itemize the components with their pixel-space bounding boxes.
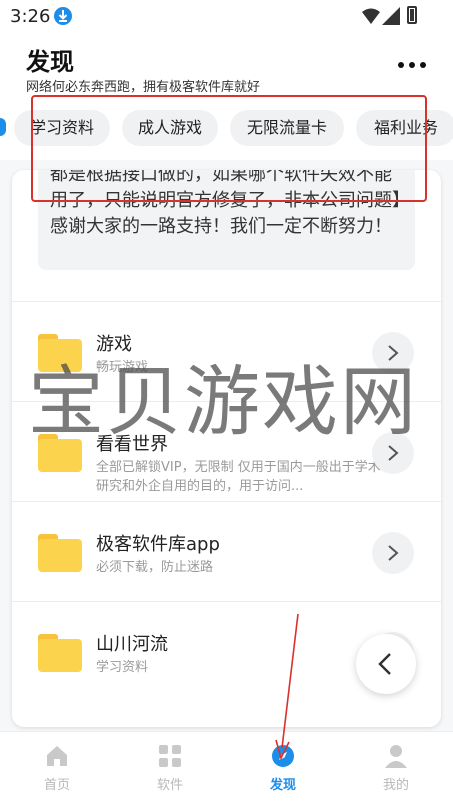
- folder-icon: [38, 334, 82, 372]
- more-menu-icon[interactable]: [398, 54, 428, 74]
- chevron-right-icon[interactable]: [372, 332, 414, 374]
- user-icon: [385, 745, 407, 768]
- nav-home[interactable]: 首页: [27, 744, 87, 793]
- chevron-right-icon[interactable]: [372, 532, 414, 574]
- list-item-desc: 畅玩游戏: [96, 360, 149, 375]
- list-item-see-world[interactable]: 看看世界 全部已解锁VIP，无限制 仅用于国内一般出于学术研究和外企自用的目的，…: [12, 401, 441, 501]
- folder-icon: [38, 634, 82, 672]
- list-item-title: 山川河流: [96, 634, 168, 655]
- floating-back-button[interactable]: [356, 634, 416, 694]
- nav-discover[interactable]: 发现: [253, 744, 313, 793]
- chip-adult-games[interactable]: 成人游戏: [122, 110, 218, 146]
- category-chips: 学习资料 成人游戏 无限流量卡 福利业务: [0, 100, 453, 160]
- nav-label: 我的: [382, 778, 409, 793]
- notice-box: 都是根据接口做的，如果哪个软件失效不能用了，只能说明官方修复了，非本公司问题】感…: [38, 170, 415, 270]
- folder-icon: [38, 434, 82, 472]
- wifi-icon: [362, 8, 380, 24]
- page-subtitle: 网络何必东奔西跑，拥有极客软件库就好: [26, 80, 261, 95]
- list-item-desc: 学习资料: [96, 660, 149, 675]
- chip-unlimited-data-card[interactable]: 无限流量卡: [230, 110, 344, 146]
- chevron-right-icon[interactable]: [372, 432, 414, 474]
- list-item-games[interactable]: 游戏 畅玩游戏: [12, 301, 441, 401]
- nav-software[interactable]: 软件: [140, 744, 200, 793]
- download-icon: [54, 7, 72, 25]
- page-title: 发现: [26, 48, 74, 76]
- compass-icon: [272, 745, 294, 767]
- bottom-navigation: 首页 软件 发现 我的: [0, 731, 453, 805]
- chip-welfare-business[interactable]: 福利业务: [356, 110, 453, 146]
- home-icon: [47, 746, 67, 766]
- notice-text: 都是根据接口做的，如果哪个软件失效不能用了，只能说明官方修复了，非本公司问题】感…: [50, 170, 401, 237]
- nav-label: 软件: [156, 778, 183, 793]
- status-bar: 3:26: [0, 0, 453, 34]
- list-item-title: 游戏: [96, 334, 132, 355]
- chip-study-materials[interactable]: 学习资料: [14, 110, 110, 146]
- signal-icon: [382, 7, 400, 25]
- page-header: 发现 网络何必东奔西跑，拥有极客软件库就好: [0, 34, 453, 100]
- chip-edge-indicator: [0, 118, 6, 136]
- status-time: 3:26: [10, 6, 51, 27]
- nav-mine[interactable]: 我的: [366, 744, 426, 793]
- list-item-title: 看看世界: [96, 434, 168, 455]
- nav-label: 发现: [269, 778, 296, 793]
- list-item-geek-software-app[interactable]: 极客软件库app 必须下载，防止迷路: [12, 501, 441, 601]
- folder-icon: [38, 534, 82, 572]
- list-item-desc: 全部已解锁VIP，无限制 仅用于国内一般出于学术研究和外企自用的目的，用于访问.…: [96, 460, 381, 494]
- nav-label: 首页: [43, 778, 70, 793]
- list-item-desc: 必须下载，防止迷路: [96, 560, 214, 575]
- list-item-title: 极客软件库app: [96, 534, 220, 555]
- grid-icon: [159, 745, 181, 767]
- battery-icon: [407, 6, 417, 24]
